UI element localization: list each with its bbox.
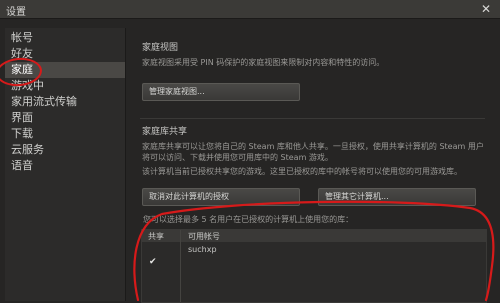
manage-family-view-button[interactable]: 管理家庭视图... — [142, 83, 300, 101]
family-view-description: 家庭视图采用受 PIN 码保护的家庭视图来限制对内容和特性的访问。 — [142, 58, 385, 67]
title-bar: 设置 ✕ — [0, 0, 500, 19]
library-sharing-title: 家庭库共享 — [142, 127, 188, 137]
annotation-curve — [133, 200, 495, 301]
sidebar-item-interface[interactable]: 界面 — [5, 110, 125, 126]
section-divider — [140, 118, 485, 119]
sidebar-item-account[interactable]: 帐号 — [5, 30, 125, 46]
sidebar-item-voice[interactable]: 语音 — [5, 158, 125, 174]
window-title: 设置 — [6, 7, 26, 18]
library-sharing-description: 家庭库共享可以让您将自己的 Steam 库和他人共享。一旦授权，使用共享计算机的… — [142, 142, 484, 162]
close-icon[interactable]: ✕ — [478, 1, 494, 17]
library-sharing-status: 该计算机当前已授权共享您的游戏。这里已授权的库中的帐号将可以使用您的可用游戏库。 — [142, 167, 462, 176]
family-view-title: 家庭视图 — [142, 43, 179, 53]
sidebar-item-home-streaming[interactable]: 家用流式传输 — [5, 94, 125, 110]
sidebar-item-downloads[interactable]: 下载 — [5, 126, 125, 142]
sidebar-item-cloud[interactable]: 云服务 — [5, 142, 125, 158]
